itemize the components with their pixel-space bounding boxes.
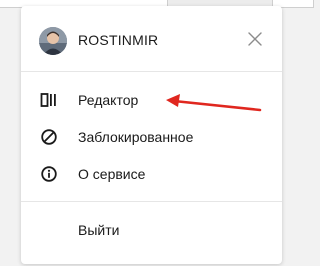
menu-item-label: Заблокированное (78, 129, 194, 145)
logout-button[interactable]: Выйти (21, 212, 282, 248)
avatar-image (39, 27, 67, 55)
info-icon (40, 165, 58, 183)
columns-icon (40, 91, 58, 109)
divider (21, 201, 282, 202)
menu-item-blocked[interactable]: Заблокированное (21, 119, 282, 155)
divider (21, 71, 282, 72)
blocked-icon (40, 128, 58, 146)
close-icon[interactable] (248, 32, 262, 46)
menu-item-label: Редактор (78, 92, 139, 108)
logout-label: Выйти (78, 222, 120, 238)
user-name: ROSTINMIR (78, 32, 159, 48)
menu-item-label: О сервисе (78, 166, 146, 182)
menu-item-editor[interactable]: Редактор (21, 82, 282, 118)
avatar[interactable] (39, 27, 67, 55)
user-dropdown-menu: ROSTINMIR Редактор Заблокированное О сер… (21, 6, 282, 264)
menu-header: ROSTINMIR (21, 6, 282, 72)
menu-item-about[interactable]: О сервисе (21, 156, 282, 192)
